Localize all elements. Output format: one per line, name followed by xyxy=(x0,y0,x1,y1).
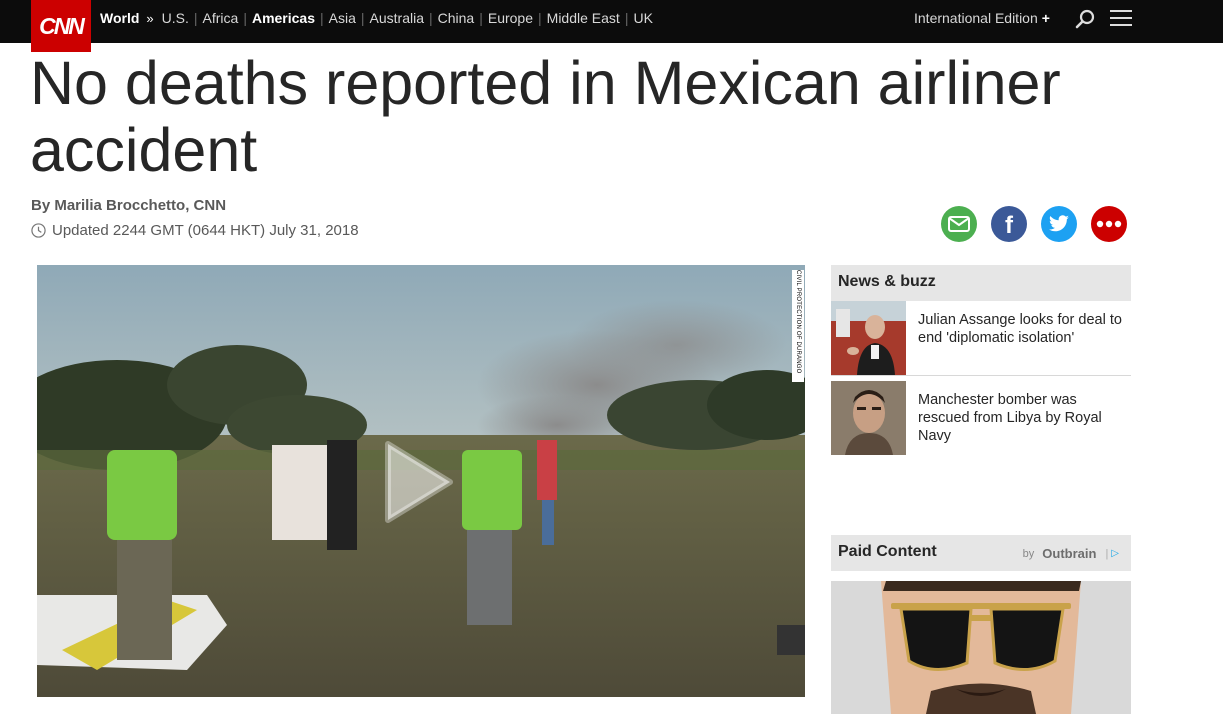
nav-separator: | xyxy=(624,10,629,26)
assange-thumbnail-image xyxy=(831,301,906,375)
region-nav: World » U.S. | Africa | Americas | Asia … xyxy=(100,0,653,36)
manchester-thumbnail-image xyxy=(831,381,906,455)
story-thumbnail[interactable] xyxy=(831,301,906,375)
outbrain-by: by xyxy=(1022,547,1035,560)
news-story-item[interactable]: Julian Assange looks for deal to end 'di… xyxy=(831,301,1131,376)
news-buzz-title: News & buzz xyxy=(838,273,936,290)
logo-text: CNN xyxy=(39,12,85,39)
nav-link-uk[interactable]: UK xyxy=(633,10,652,26)
search-icon[interactable] xyxy=(1074,8,1096,30)
outbrain-logo: Outbrain xyxy=(1042,546,1097,561)
email-share-icon xyxy=(948,216,970,232)
outbrain-separator: | xyxy=(1105,547,1109,560)
nav-separator: | xyxy=(428,10,433,26)
facebook-share-icon: f xyxy=(1005,212,1013,239)
edition-label: International Edition xyxy=(914,10,1038,26)
paid-content-title: Paid Content xyxy=(838,543,937,560)
nav-link-europe[interactable]: Europe xyxy=(488,10,533,26)
edition-plus-icon: + xyxy=(1041,10,1050,26)
nav-link-americas[interactable]: Americas xyxy=(252,10,315,26)
story-headline-link[interactable]: Manchester bomber was rescued from Libya… xyxy=(918,391,1123,445)
outbrain-attribution[interactable]: by Outbrain | ▷ xyxy=(1023,546,1119,561)
video-player[interactable] xyxy=(37,265,805,697)
nav-link-africa[interactable]: Africa xyxy=(203,10,239,26)
article-timestamp: Updated 2244 GMT (0644 HKT) July 31, 201… xyxy=(31,222,359,239)
paid-content-header: Paid Content by Outbrain | ▷ xyxy=(831,535,1131,571)
nav-link-asia[interactable]: Asia xyxy=(329,10,356,26)
nav-separator: | xyxy=(360,10,365,26)
nav-separator: | xyxy=(320,10,324,26)
play-icon[interactable] xyxy=(382,440,454,524)
nav-separator: | xyxy=(538,10,542,26)
nav-separator: | xyxy=(193,10,198,26)
updated-text: Updated 2244 GMT (0644 HKT) July 31, 201… xyxy=(52,222,359,239)
edition-selector[interactable]: International Edition + xyxy=(914,0,1050,36)
email-share-button[interactable] xyxy=(941,206,977,242)
news-story-item[interactable]: Manchester bomber was rescued from Libya… xyxy=(831,381,1131,455)
adchoices-icon[interactable]: ▷ xyxy=(1111,548,1119,559)
more-share-button[interactable] xyxy=(1091,206,1127,242)
paid-content-image[interactable] xyxy=(831,581,1131,714)
twitter-share-button[interactable] xyxy=(1041,206,1077,242)
photo-credit: CIVIL PROTECTION OF DURANGO xyxy=(792,270,804,382)
story-headline-link[interactable]: Julian Assange looks for deal to end 'di… xyxy=(918,311,1123,347)
nav-separator: | xyxy=(479,10,483,26)
article-headline: No deaths reported in Mexican airliner a… xyxy=(30,49,1061,184)
more-share-icon xyxy=(1096,220,1122,228)
cnn-logo[interactable]: CNN xyxy=(31,0,91,52)
sunglasses-ad-image xyxy=(831,581,1131,714)
nav-link-australia[interactable]: Australia xyxy=(370,10,424,26)
nav-link-middle-east[interactable]: Middle East xyxy=(547,10,620,26)
story-thumbnail[interactable] xyxy=(831,381,906,455)
nav-link-us[interactable]: U.S. xyxy=(162,10,189,26)
article-byline: By Marilia Brocchetto, CNN xyxy=(31,197,227,214)
photo-credit-text: CIVIL PROTECTION OF DURANGO xyxy=(795,270,801,374)
nav-world-link[interactable]: World xyxy=(100,10,139,26)
nav-link-china[interactable]: China xyxy=(438,10,475,26)
hamburger-menu-icon[interactable] xyxy=(1110,10,1132,28)
twitter-share-icon xyxy=(1049,215,1069,232)
nav-chevron: » xyxy=(146,10,154,26)
clock-icon xyxy=(31,223,46,238)
news-buzz-header: News & buzz xyxy=(831,265,1131,301)
nav-separator: | xyxy=(243,10,247,26)
facebook-share-button[interactable]: f xyxy=(991,206,1027,242)
